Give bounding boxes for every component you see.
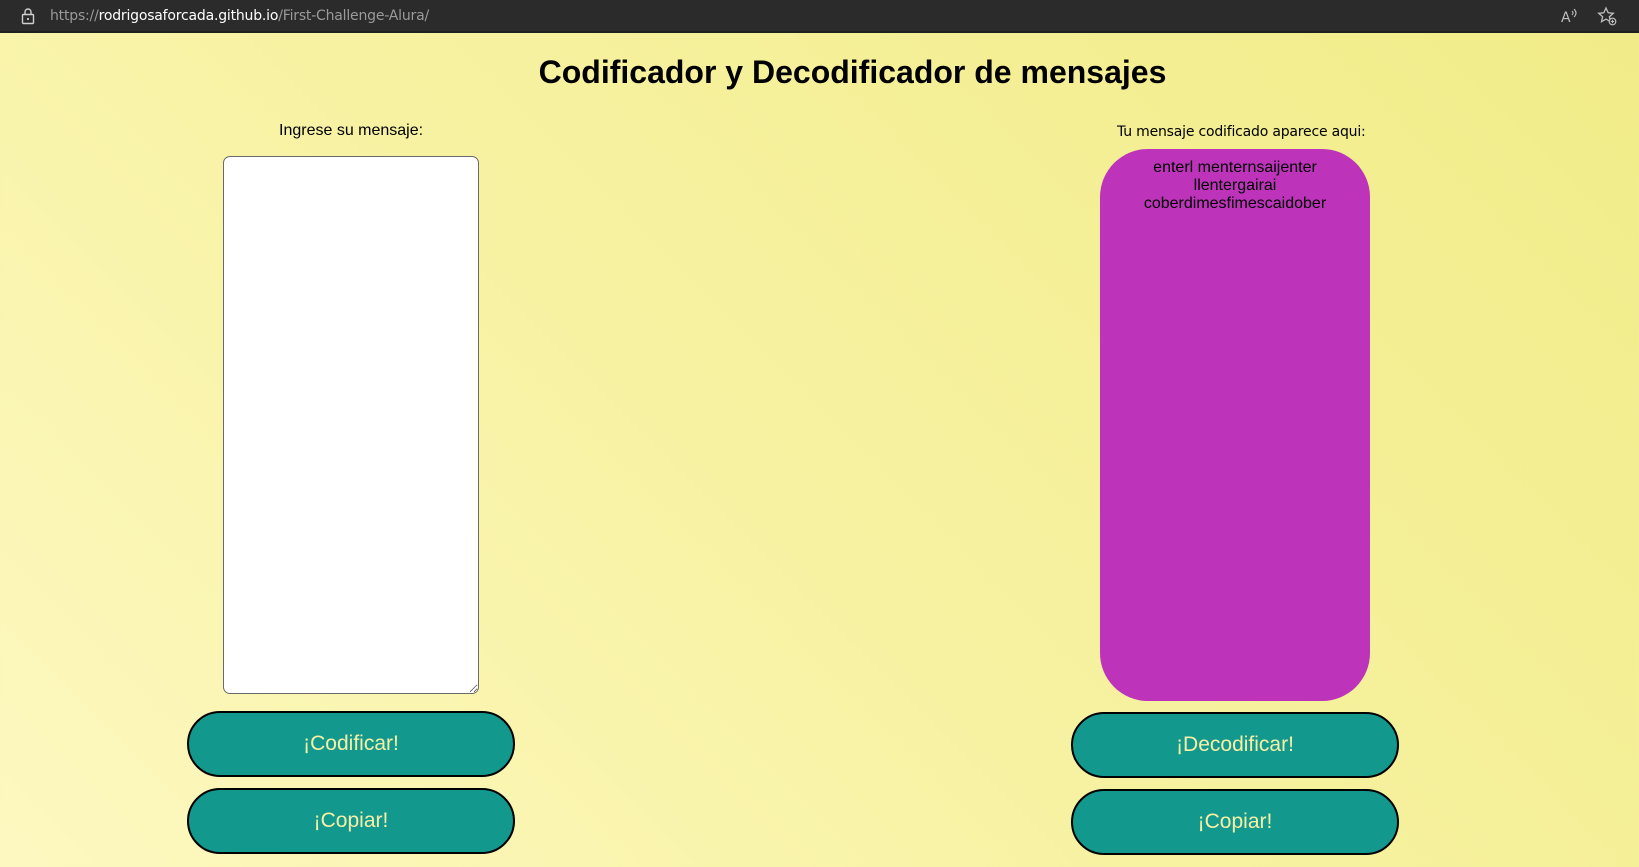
copy-input-button[interactable]: ¡Copiar! [187,788,515,854]
lock-icon[interactable] [20,7,36,25]
svg-text:A: A [1561,10,1571,26]
output-line: coberdimesfimescaidober [1143,195,1327,212]
encoded-output-box: enterl menternsaijenter llentergairai co… [1100,149,1370,701]
page-title: Codificador y Decodificador de mensajes [538,54,1167,90]
encode-button[interactable]: ¡Codificar! [187,711,515,777]
url-field[interactable]: https://rodrigosaforcada.github.io/First… [50,8,429,24]
output-label: Tu mensaje codificado aparece aqui: [1117,124,1366,140]
url-path: /First-Challenge-Alura/ [278,8,429,24]
url-scheme: https:// [50,8,99,24]
message-input[interactable] [223,156,479,694]
url-host: rodrigosaforcada.github.io [98,8,279,24]
decode-button[interactable]: ¡Decodificar! [1071,712,1399,778]
favorites-icon[interactable] [1597,6,1617,26]
read-aloud-icon[interactable]: A [1560,6,1580,26]
output-line: llentergairai [1193,177,1277,194]
output-line: enterl menternsaijenter [1153,159,1317,176]
browser-address-bar: https://rodrigosaforcada.github.io/First… [0,0,1639,33]
input-label: Ingrese su mensaje: [279,122,424,139]
copy-output-button[interactable]: ¡Copiar! [1071,789,1399,855]
